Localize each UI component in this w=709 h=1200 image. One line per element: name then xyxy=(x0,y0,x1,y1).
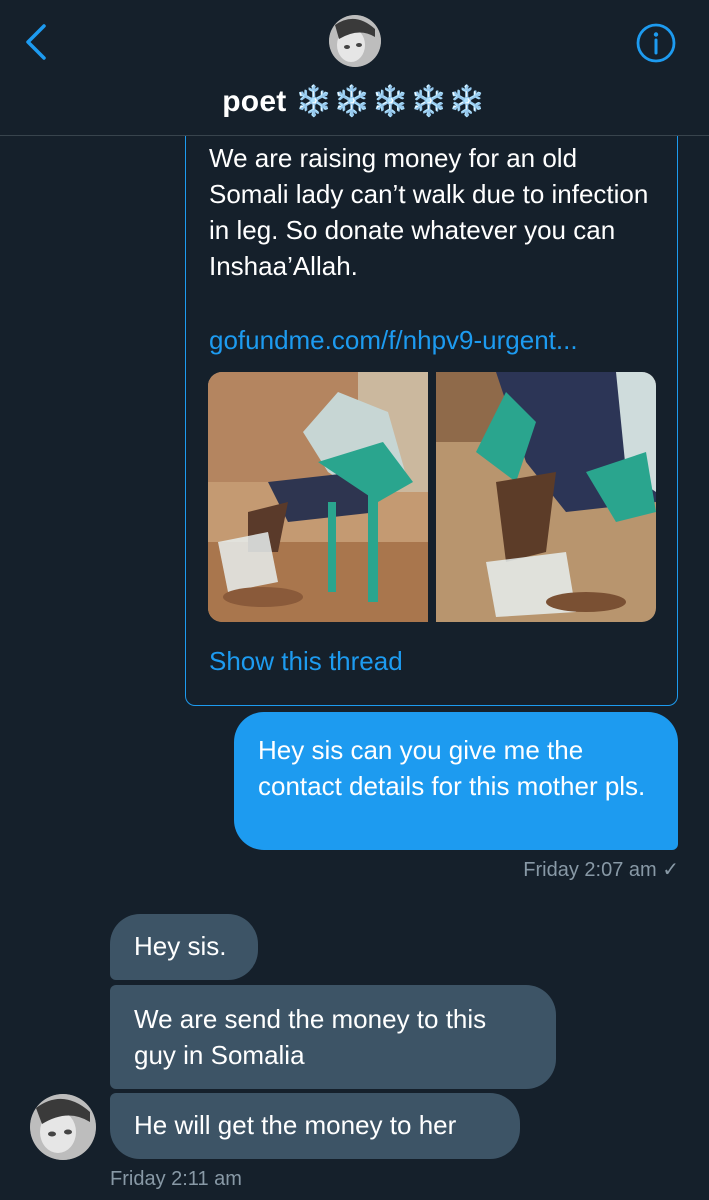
received-message-bubble[interactable]: He will get the money to her xyxy=(110,1093,520,1159)
name-decoration: ❄️❄️❄️❄️❄️ xyxy=(294,85,487,118)
sent-message-bubble[interactable]: Hey sis can you give me the contact deta… xyxy=(234,712,678,850)
tweet-photo-2[interactable] xyxy=(436,372,656,622)
avatar[interactable] xyxy=(329,15,381,67)
show-thread-link[interactable]: Show this thread xyxy=(209,643,403,679)
sent-message-timestamp: Friday 2:07 am ✓ xyxy=(523,859,679,881)
chevron-left-icon xyxy=(26,24,46,60)
gofundme-link[interactable]: gofundme.com/f/nhpv9-urgent... xyxy=(209,322,578,358)
received-message-bubble[interactable]: We are send the money to this guy in Som… xyxy=(110,985,556,1089)
received-message-bubble[interactable]: Hey sis. xyxy=(110,914,258,980)
sender-avatar[interactable] xyxy=(30,1094,96,1160)
contact-name: poet xyxy=(222,85,287,118)
info-button[interactable] xyxy=(635,22,677,64)
info-icon xyxy=(636,23,676,63)
tweet-photo-1[interactable] xyxy=(208,372,428,622)
received-message-timestamp: Friday 2:11 am xyxy=(110,1168,242,1190)
conversation-header: poet ❄️❄️❄️❄️❄️ xyxy=(0,0,709,136)
back-button[interactable] xyxy=(22,22,52,62)
conversation-title: poet ❄️❄️❄️❄️❄️ xyxy=(0,84,709,119)
quoted-tweet-text: We are raising money for an old Somali l… xyxy=(209,143,649,281)
